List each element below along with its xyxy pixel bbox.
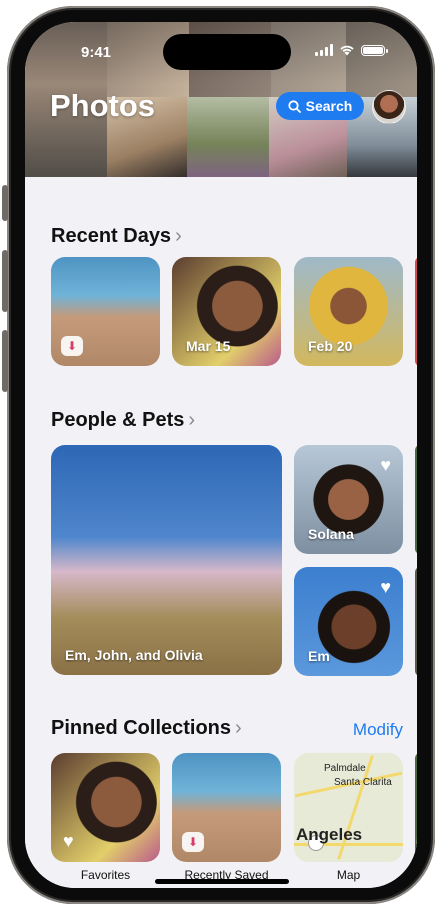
status-time: 9:41 bbox=[81, 44, 112, 61]
recent-days-header[interactable]: Recent Days › bbox=[51, 225, 182, 248]
tray-arrow-icon: ⬇ bbox=[182, 832, 204, 852]
recent-days-title: Recent Days bbox=[51, 225, 172, 247]
tray-arrow-icon: ⬇ bbox=[61, 336, 83, 356]
recently-saved-collection[interactable]: ⬇ bbox=[172, 753, 281, 862]
map-label: Palmdale bbox=[324, 763, 366, 774]
people-group-card[interactable]: Em, John, and Olivia bbox=[51, 445, 282, 675]
recent-day-card[interactable]: ⬇ bbox=[51, 257, 160, 366]
wifi-icon bbox=[340, 45, 354, 56]
person-card[interactable]: ♥ Solana bbox=[294, 445, 403, 554]
chevron-right-icon: › bbox=[235, 717, 242, 739]
chevron-right-icon: › bbox=[188, 409, 196, 431]
volume-down-button bbox=[2, 330, 8, 392]
cellular-signal-icon bbox=[315, 44, 333, 56]
pinned-collections-header[interactable]: Pinned Collections › bbox=[51, 717, 242, 740]
heart-icon: ♥ bbox=[380, 455, 391, 475]
page-title: Photos bbox=[50, 88, 156, 123]
battery-icon bbox=[361, 44, 388, 56]
pinned-collections-title: Pinned Collections bbox=[51, 717, 232, 739]
card-label: Em, John, and Olivia bbox=[65, 647, 203, 663]
chevron-right-icon: › bbox=[175, 225, 182, 247]
card-label: Mar 15 bbox=[186, 338, 231, 354]
search-icon bbox=[288, 99, 301, 113]
status-icons bbox=[315, 44, 388, 56]
favorites-collection[interactable]: ♥ bbox=[51, 753, 160, 862]
screen: 9:41 Photos Search Recent Days › ⬇ Mar 1… bbox=[25, 22, 417, 888]
heart-icon: ♥ bbox=[380, 577, 391, 597]
person-card-partial[interactable] bbox=[415, 567, 417, 676]
heart-icon: ♥ bbox=[63, 831, 74, 851]
collection-partial[interactable] bbox=[415, 753, 417, 862]
collection-caption: Favorites bbox=[80, 868, 131, 882]
action-button bbox=[2, 185, 8, 221]
collection-caption: Map bbox=[336, 868, 361, 882]
map-collection[interactable]: Palmdale Santa Clarita Angeles bbox=[294, 753, 403, 862]
search-button-label: Search bbox=[305, 98, 353, 114]
recent-day-card-partial[interactable] bbox=[415, 257, 417, 366]
card-label: Solana bbox=[308, 526, 354, 542]
people-pets-header[interactable]: People & Pets › bbox=[51, 409, 195, 432]
search-button[interactable]: Search bbox=[276, 92, 364, 120]
map-label: Santa Clarita bbox=[334, 777, 392, 788]
recent-day-card[interactable]: Feb 20 bbox=[294, 257, 403, 366]
account-avatar[interactable] bbox=[372, 90, 406, 124]
map-label: Angeles bbox=[296, 825, 363, 844]
dynamic-island bbox=[163, 34, 291, 70]
modify-button[interactable]: Modify bbox=[353, 720, 403, 740]
people-pets-title: People & Pets bbox=[51, 409, 185, 431]
recent-day-card[interactable]: Mar 15 bbox=[172, 257, 281, 366]
person-card[interactable]: ♥ Em bbox=[294, 567, 403, 676]
card-label: Feb 20 bbox=[308, 338, 353, 354]
card-label: Em bbox=[308, 648, 330, 664]
library-content[interactable]: Recent Days › ⬇ Mar 15 Feb 20 People & P… bbox=[25, 177, 417, 888]
person-card-partial[interactable] bbox=[415, 445, 417, 554]
volume-up-button bbox=[2, 250, 8, 312]
home-indicator[interactable] bbox=[155, 879, 289, 884]
